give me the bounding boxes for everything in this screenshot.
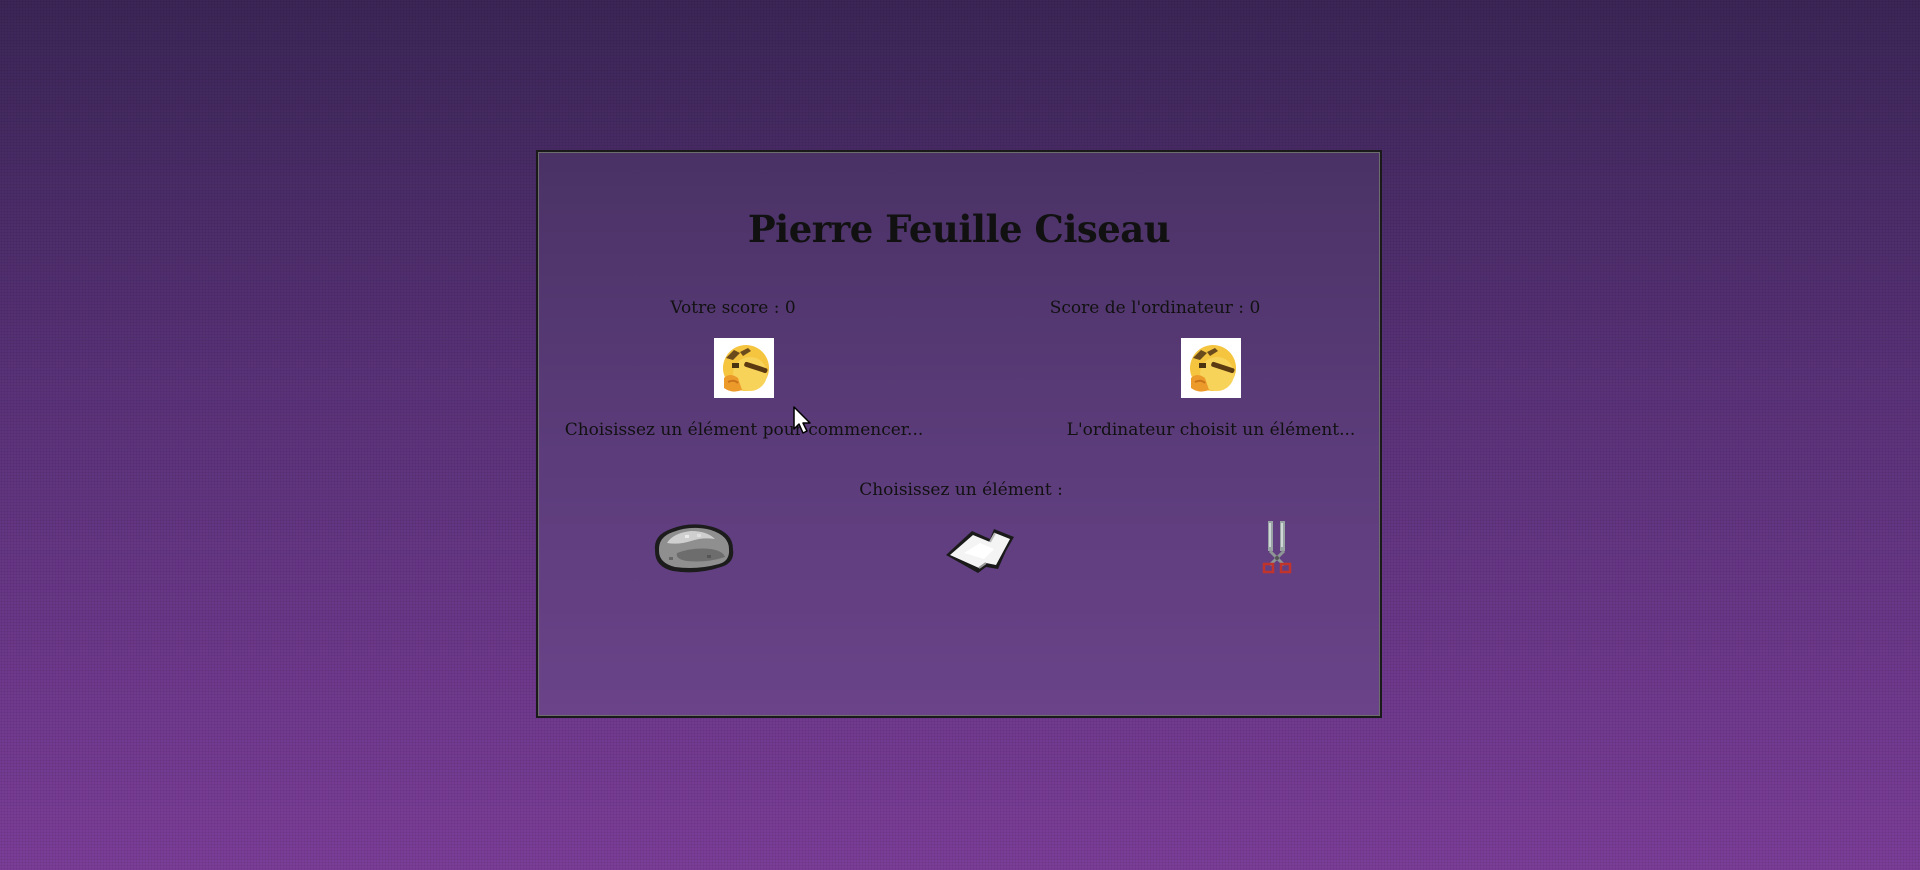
- thinking-emoji-icon: [1190, 345, 1236, 392]
- paper-icon: [946, 529, 1014, 573]
- rock-icon: [654, 524, 734, 573]
- scissors-icon: [1262, 521, 1292, 574]
- player-choice-display: [714, 338, 774, 398]
- rock-button[interactable]: [637, 507, 747, 587]
- thinking-emoji-icon: [723, 345, 769, 392]
- paper-button[interactable]: [934, 507, 1044, 587]
- computer-message: L'ordinateur choisit un élément...: [1066, 420, 1356, 440]
- game-panel: Pierre Feuille Ciseau Votre score : 0 Sc…: [536, 150, 1382, 718]
- choose-element-label: Choisissez un élément :: [859, 480, 1063, 500]
- scissors-button[interactable]: [1222, 507, 1332, 587]
- computer-score: Score de l'ordinateur : 0: [1049, 298, 1261, 318]
- player-score: Votre score : 0: [670, 298, 796, 318]
- player-message: Choisissez un élément pour commencer...: [564, 420, 924, 440]
- computer-choice-display: [1181, 338, 1241, 398]
- page-title: Pierre Feuille Ciseau: [747, 207, 1171, 251]
